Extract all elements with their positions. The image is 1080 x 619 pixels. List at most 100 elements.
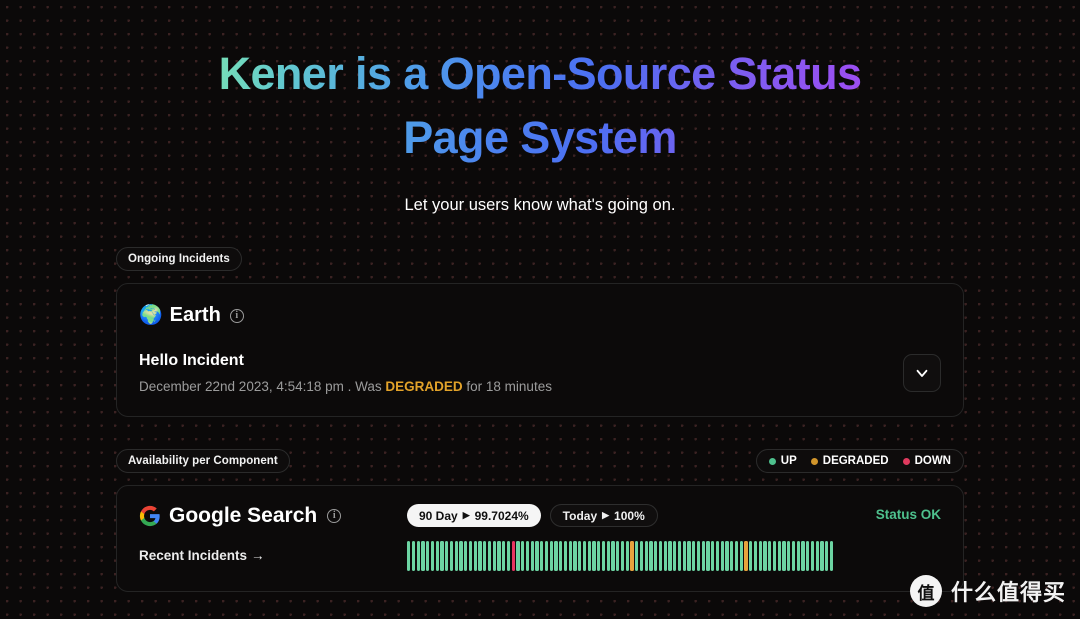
uptime-bar-segment[interactable] — [411, 541, 416, 571]
uptime-bar-segment[interactable] — [663, 541, 667, 571]
uptime-bar-segment[interactable] — [530, 541, 534, 571]
uptime-bar-segment[interactable] — [535, 541, 539, 571]
uptime-bar-segment[interactable] — [639, 541, 644, 571]
uptime-bar-segment[interactable] — [791, 541, 796, 571]
uptime-bar-segment[interactable] — [810, 541, 815, 571]
uptime-bar-segment[interactable] — [696, 541, 701, 571]
uptime-bar-segment[interactable] — [568, 541, 572, 571]
uptime-bar-segment[interactable] — [611, 541, 615, 571]
uptime-bar-segment[interactable] — [563, 541, 568, 571]
uptime-bar-segment[interactable] — [601, 541, 606, 571]
uptime-bar-segment[interactable] — [777, 541, 781, 571]
uptime-bar-segment[interactable] — [597, 541, 601, 571]
uptime-bar-segment[interactable] — [658, 541, 663, 571]
uptime-bar-segment[interactable] — [782, 541, 786, 571]
uptime-bar-segment[interactable] — [620, 541, 625, 571]
uptime-bar-segment[interactable] — [739, 541, 743, 571]
uptime-bar-segment[interactable] — [668, 541, 672, 571]
uptime-bar-segment[interactable] — [549, 541, 553, 571]
uptime-bar-segment[interactable] — [582, 541, 587, 571]
info-icon[interactable]: i — [327, 509, 342, 523]
uptime-bar-segment[interactable] — [758, 541, 762, 571]
uptime-bar-segment[interactable] — [796, 541, 800, 571]
uptime-bar-segment[interactable] — [506, 541, 511, 571]
uptime-bar-segment[interactable] — [554, 541, 558, 571]
badge-90-day[interactable]: 90 Day ▶ 99.7024% — [407, 504, 541, 527]
info-icon[interactable]: i — [229, 308, 244, 323]
uptime-bar-segment[interactable] — [440, 541, 444, 571]
legend-item-up: UP — [768, 455, 797, 467]
uptime-bar-segment[interactable] — [744, 541, 748, 571]
uptime-bar-segment[interactable] — [749, 541, 753, 571]
component-name: Google Search — [169, 504, 318, 527]
uptime-bar-segment[interactable] — [578, 541, 582, 571]
uptime-bar-segment[interactable] — [706, 541, 710, 571]
expand-incident-button[interactable] — [903, 354, 941, 392]
uptime-bar-segment[interactable] — [587, 541, 591, 571]
uptime-bar-segment[interactable] — [559, 541, 563, 571]
uptime-bar-segment[interactable] — [540, 541, 544, 571]
uptime-bar-segment[interactable] — [468, 541, 473, 571]
uptime-bar-segment[interactable] — [573, 541, 577, 571]
uptime-bar-segment[interactable] — [544, 541, 549, 571]
uptime-bar-segment[interactable] — [630, 541, 634, 571]
uptime-bar-segment[interactable] — [525, 541, 530, 571]
uptime-bar-segment[interactable] — [692, 541, 696, 571]
uptime-bar-segment[interactable] — [772, 541, 777, 571]
uptime-bar-segment[interactable] — [682, 541, 686, 571]
uptime-bar-segment[interactable] — [829, 541, 834, 571]
uptime-bar-segment[interactable] — [592, 541, 596, 571]
uptime-bar-segment[interactable] — [687, 541, 691, 571]
uptime-bar-segment[interactable] — [720, 541, 724, 571]
uptime-bar-segment[interactable] — [445, 541, 449, 571]
uptime-bar-segment[interactable] — [815, 541, 819, 571]
uptime-bar-segment[interactable] — [430, 541, 435, 571]
uptime-bar-segment[interactable] — [763, 541, 767, 571]
uptime-bar-segment[interactable] — [416, 541, 420, 571]
uptime-bar-segment[interactable] — [473, 541, 477, 571]
uptime-bar-segment[interactable] — [616, 541, 620, 571]
uptime-bar-segment[interactable] — [454, 541, 458, 571]
uptime-bar-segment[interactable] — [768, 541, 772, 571]
uptime-bar-segment[interactable] — [502, 541, 506, 571]
uptime-bar-segment[interactable] — [516, 541, 520, 571]
uptime-bar-segment[interactable] — [511, 541, 515, 571]
uptime-bar-segment[interactable] — [711, 541, 715, 571]
uptime-bar-segment[interactable] — [521, 541, 525, 571]
uptime-bar-segment[interactable] — [715, 541, 720, 571]
uptime-bar-segment[interactable] — [649, 541, 653, 571]
badge-today[interactable]: Today ▶ 100% — [549, 504, 658, 527]
uptime-bar-segment[interactable] — [677, 541, 682, 571]
uptime-bar-segment[interactable] — [492, 541, 496, 571]
uptime-bar-segment[interactable] — [478, 541, 482, 571]
uptime-bar-segment[interactable] — [435, 541, 439, 571]
uptime-bar-segment[interactable] — [497, 541, 501, 571]
uptime-bar-segment[interactable] — [806, 541, 810, 571]
uptime-bar-segment[interactable] — [725, 541, 729, 571]
uptime-bar-segment[interactable] — [487, 541, 492, 571]
uptime-bar-segment[interactable] — [787, 541, 791, 571]
uptime-bar-segment[interactable] — [426, 541, 430, 571]
uptime-bar-segment[interactable] — [606, 541, 610, 571]
recent-incidents-link[interactable]: Recent Incidents → — [139, 548, 265, 563]
uptime-bar-segment[interactable] — [459, 541, 463, 571]
uptime-bar-segment[interactable] — [673, 541, 677, 571]
uptime-bar-segment[interactable] — [625, 541, 629, 571]
uptime-bar-segment[interactable] — [825, 541, 829, 571]
uptime-bar-segment[interactable] — [753, 541, 758, 571]
uptime-bar-segment[interactable] — [801, 541, 805, 571]
uptime-bar-segment[interactable] — [734, 541, 739, 571]
uptime-bar-segment[interactable] — [730, 541, 734, 571]
uptime-bar-segment[interactable] — [421, 541, 425, 571]
uptime-bar-segment[interactable] — [820, 541, 824, 571]
uptime-bar-segment[interactable] — [644, 541, 648, 571]
uptime-section: 90 Day ▶ 99.7024% Today ▶ 100% — [407, 504, 834, 571]
uptime-bar-segment[interactable] — [654, 541, 658, 571]
status-badge: Status OK — [875, 507, 941, 522]
uptime-bar-segment[interactable] — [635, 541, 639, 571]
uptime-bar-segment[interactable] — [464, 541, 468, 571]
uptime-bar-segment[interactable] — [483, 541, 487, 571]
uptime-bar-segment[interactable] — [701, 541, 705, 571]
uptime-bar-segment[interactable] — [449, 541, 454, 571]
uptime-bar-segment[interactable] — [407, 541, 411, 571]
